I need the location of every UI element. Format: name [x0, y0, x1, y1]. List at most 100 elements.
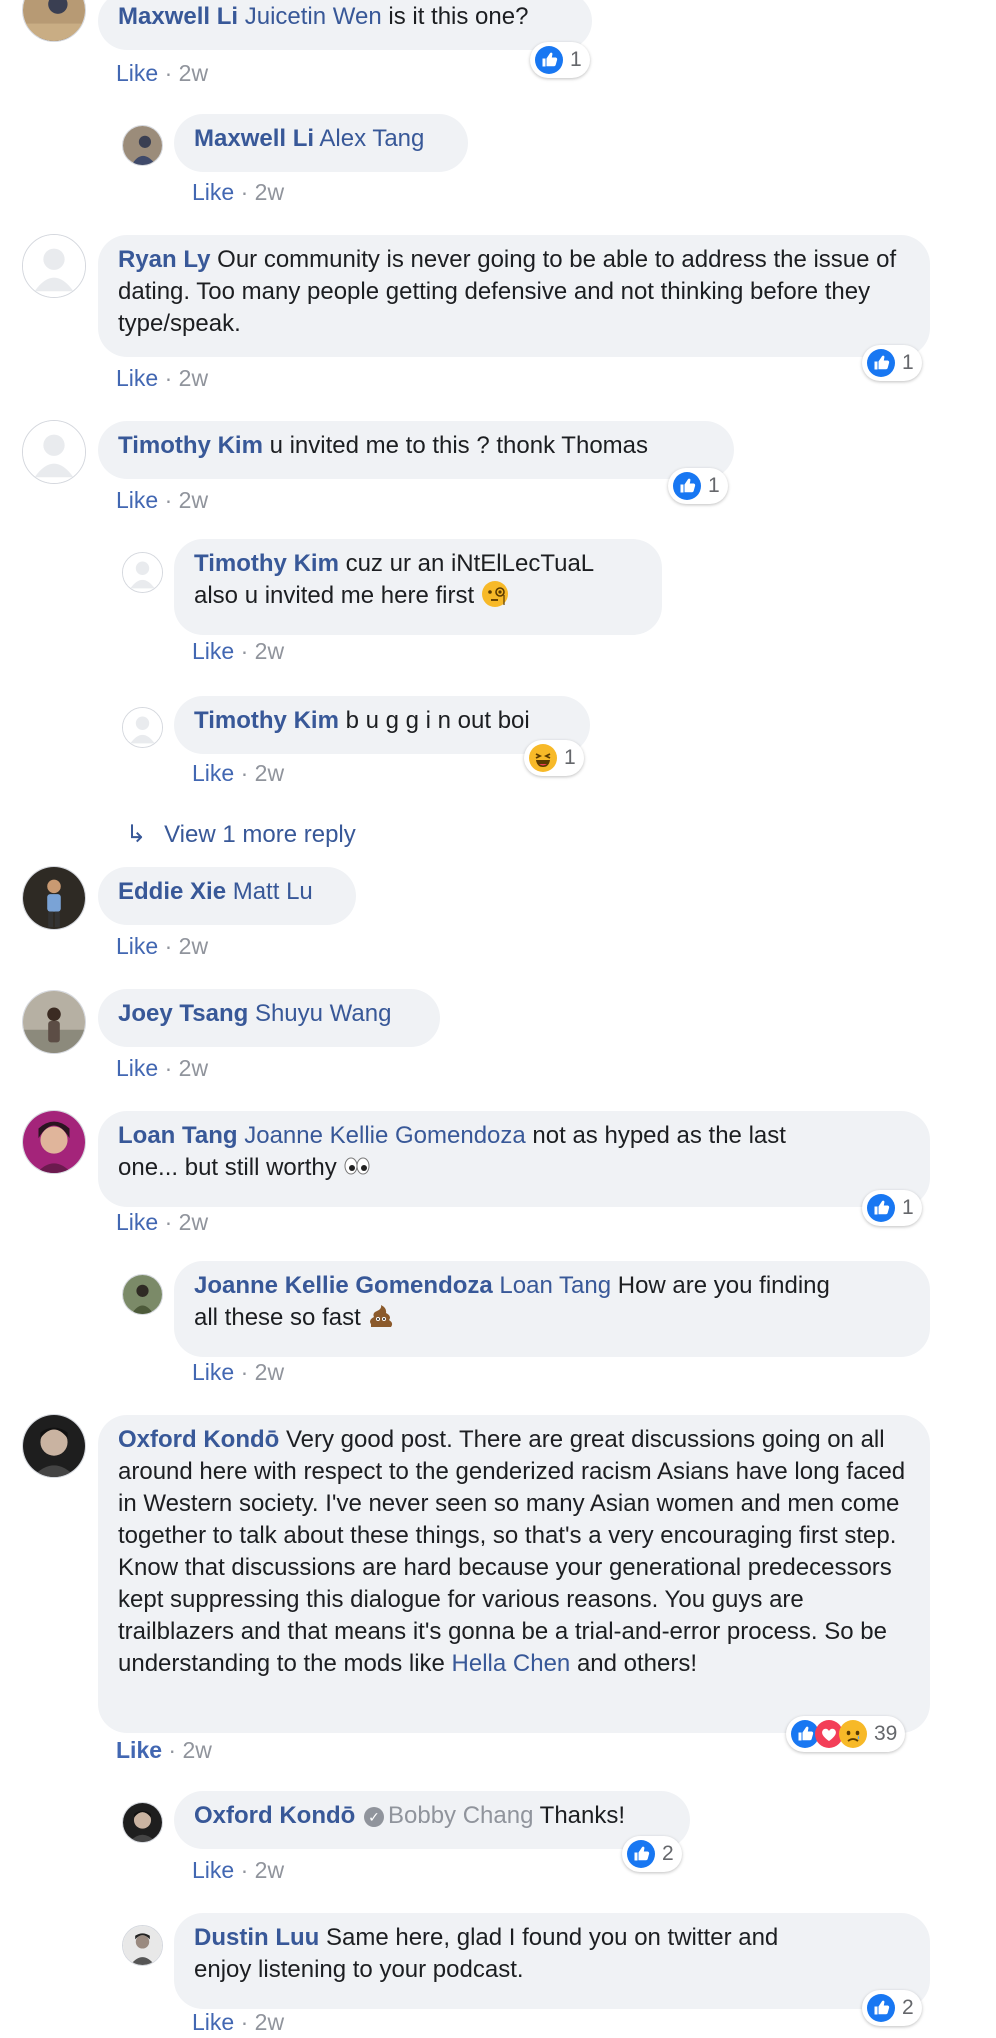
reaction-count: 2: [902, 1996, 914, 2019]
comment-text: also u invited me here first: [194, 582, 475, 609]
comment-text: one... but still worthy: [118, 1154, 337, 1181]
avatar[interactable]: [22, 234, 86, 298]
reaction-summary[interactable]: 1: [524, 740, 584, 776]
reaction-summary[interactable]: 1: [862, 1190, 922, 1226]
comment-author[interactable]: Ryan Ly: [118, 246, 210, 273]
reaction-summary[interactable]: 2: [622, 1836, 682, 1872]
reaction-summary[interactable]: 1: [530, 42, 590, 78]
avatar[interactable]: [22, 420, 86, 484]
comment-actions: Like · 2w: [192, 179, 284, 206]
reaction-count: 2: [662, 1842, 674, 1865]
like-icon: [866, 348, 896, 378]
comment-timestamp[interactable]: 2w: [182, 1737, 211, 1763]
like-button[interactable]: Like: [192, 638, 234, 664]
comment-actions: Like · 2w: [116, 1737, 212, 1764]
comment-timestamp[interactable]: 2w: [179, 365, 208, 391]
comment-author[interactable]: Oxford Kondō: [194, 1802, 355, 1829]
comment-timestamp[interactable]: 2w: [179, 60, 208, 86]
comment-actions: Like · 2w: [192, 2009, 284, 2036]
comment-author[interactable]: Joey Tsang: [118, 1000, 248, 1027]
comment-timestamp[interactable]: 2w: [255, 2009, 284, 2035]
separator: ·: [240, 1857, 249, 1883]
like-button[interactable]: Like: [116, 60, 158, 86]
view-more-replies-link[interactable]: ↳ View 1 more reply: [126, 820, 356, 849]
like-button[interactable]: Like: [192, 179, 234, 205]
reaction-count: 1: [902, 351, 914, 374]
avatar[interactable]: [22, 990, 86, 1054]
comment-author[interactable]: Dustin Luu: [194, 1924, 319, 1951]
separator: ·: [240, 760, 249, 786]
like-button[interactable]: Like: [192, 1359, 234, 1385]
comment-timestamp[interactable]: 2w: [255, 179, 284, 205]
comment-timestamp[interactable]: 2w: [255, 760, 284, 786]
comment-author[interactable]: Timothy Kim: [194, 550, 339, 577]
separator: ·: [240, 2009, 249, 2035]
comment-timestamp[interactable]: 2w: [179, 1209, 208, 1235]
reaction-summary[interactable]: 1: [668, 468, 728, 504]
like-button[interactable]: Like: [192, 760, 234, 786]
comment-actions: Like · 2w: [116, 1055, 208, 1082]
separator: ·: [164, 487, 173, 513]
avatar[interactable]: [22, 0, 86, 42]
comment-actions: Like · 2w: [116, 60, 208, 87]
comment-author[interactable]: Maxwell Li: [194, 125, 314, 152]
avatar[interactable]: [122, 1925, 163, 1966]
comment-actions: Like · 2w: [116, 933, 208, 960]
comment-mention[interactable]: Joanne Kellie Gomendoza: [244, 1122, 526, 1149]
reaction-icons: [790, 1719, 868, 1749]
like-button[interactable]: Like: [116, 1209, 158, 1235]
comment-text: is it this one?: [381, 3, 529, 30]
like-button[interactable]: Like: [192, 2009, 234, 2035]
reaction-summary[interactable]: 2: [862, 1990, 922, 2026]
separator: ·: [240, 179, 249, 205]
laughing-icon: [528, 743, 558, 773]
comment-bubble: Timothy Kim u invited me to this ? thonk…: [98, 421, 734, 479]
comment-mention[interactable]: Matt Lu: [233, 878, 313, 905]
like-icon: [866, 1193, 896, 1223]
avatar[interactable]: [22, 1414, 86, 1478]
like-button[interactable]: Like: [116, 487, 158, 513]
comment-mention[interactable]: Hella Chen: [452, 1650, 571, 1677]
comment-author[interactable]: Loan Tang: [118, 1122, 238, 1149]
comment-mention[interactable]: Loan Tang: [499, 1272, 611, 1299]
comment-timestamp[interactable]: 2w: [255, 1359, 284, 1385]
comment-actions: Like · 2w: [192, 638, 284, 665]
comment-author[interactable]: Eddie Xie: [118, 878, 226, 905]
like-icon: [866, 1993, 896, 2023]
comment-author[interactable]: Oxford Kondō: [118, 1426, 279, 1453]
avatar[interactable]: [122, 1802, 163, 1843]
comment-author[interactable]: Maxwell Li: [118, 3, 238, 30]
like-button[interactable]: Like: [116, 933, 158, 959]
comment-author[interactable]: Joanne Kellie Gomendoza: [194, 1272, 493, 1299]
comment-bubble: Maxwell Li Alex Tang: [174, 114, 468, 172]
avatar[interactable]: [22, 866, 86, 930]
comment-mention[interactable]: Bobby Chang: [388, 1802, 533, 1829]
like-button[interactable]: Like: [116, 1055, 158, 1081]
comment-timestamp[interactable]: 2w: [179, 487, 208, 513]
comment-mention[interactable]: Shuyu Wang: [255, 1000, 392, 1027]
avatar[interactable]: [122, 125, 163, 166]
comment-author[interactable]: Timothy Kim: [118, 432, 263, 459]
comment-text: u invited me to this ? thonk Thomas: [269, 432, 648, 459]
avatar[interactable]: [122, 1274, 163, 1315]
like-button[interactable]: Like: [116, 1737, 162, 1763]
comment-timestamp[interactable]: 2w: [179, 933, 208, 959]
separator: ·: [164, 1055, 173, 1081]
comment-text: Thanks!: [533, 1802, 626, 1829]
reaction-summary[interactable]: 1: [862, 345, 922, 381]
comment-mention[interactable]: Alex Tang: [319, 125, 424, 152]
avatar[interactable]: [122, 552, 163, 593]
separator: ·: [240, 638, 249, 664]
reaction-summary[interactable]: 39: [786, 1716, 906, 1752]
comment-mention[interactable]: Juicetin Wen: [245, 3, 382, 30]
comment-timestamp[interactable]: 2w: [255, 1857, 284, 1883]
avatar[interactable]: [22, 1110, 86, 1174]
like-button[interactable]: Like: [116, 365, 158, 391]
comment-timestamp[interactable]: 2w: [255, 638, 284, 664]
avatar[interactable]: [122, 707, 163, 748]
comment-text: all these so fast: [194, 1304, 361, 1331]
comment-author[interactable]: Timothy Kim: [194, 707, 339, 734]
comment-timestamp[interactable]: 2w: [179, 1055, 208, 1081]
like-button[interactable]: Like: [192, 1857, 234, 1883]
reply-arrow-icon: ↳: [126, 821, 147, 848]
